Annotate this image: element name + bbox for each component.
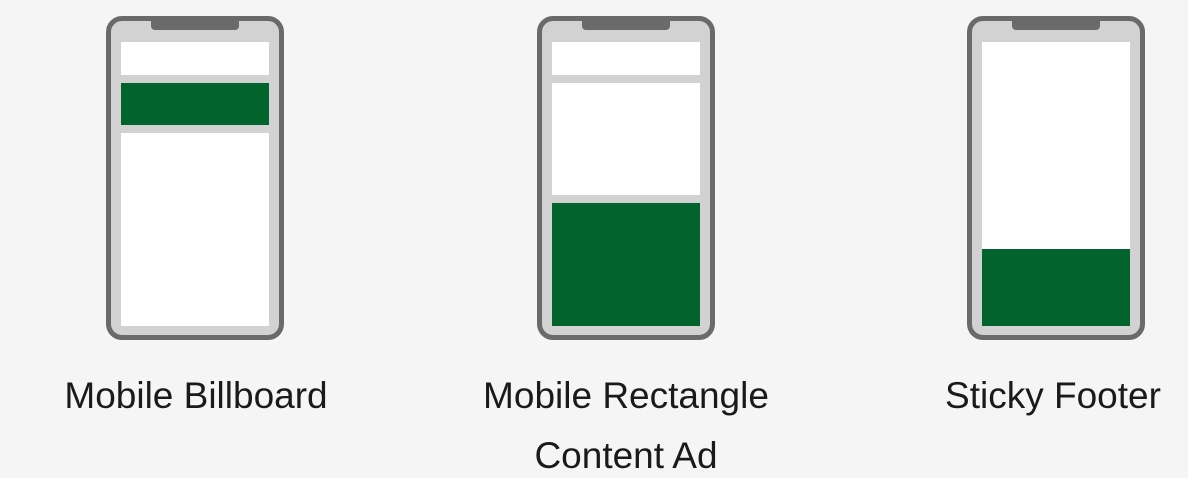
ad-slot-sticky-footer [982,249,1130,326]
format-label-mobile-rectangle: Mobile Rectangle Content Ad [446,366,806,478]
phone-mockup-sticky-footer [967,16,1145,340]
ad-slot-billboard [121,83,269,125]
content-block-main [121,133,269,326]
format-subtitle: Content Ad [534,435,718,476]
ad-formats-diagram: Mobile Billboard Mobile Rectangle Conten… [0,0,1188,478]
phone-mockup-mobile-billboard [106,16,284,340]
format-title: Mobile Billboard [64,375,328,416]
phone-notch [1012,21,1100,30]
phone-screen [552,42,700,326]
content-block-main [982,42,1130,249]
phone-screen [982,42,1130,326]
content-block-top [552,42,700,75]
phone-notch [582,21,670,30]
phone-screen [121,42,269,326]
ad-slot-rectangle [552,203,700,326]
format-title: Mobile Rectangle [483,375,769,416]
phone-notch [151,21,239,30]
content-block-main [552,83,700,195]
content-block-top [121,42,269,75]
format-label-sticky-footer: Sticky Footer [918,366,1188,426]
phone-mockup-mobile-rectangle [537,16,715,340]
format-title: Sticky Footer [945,375,1161,416]
format-label-mobile-billboard: Mobile Billboard [26,366,366,426]
